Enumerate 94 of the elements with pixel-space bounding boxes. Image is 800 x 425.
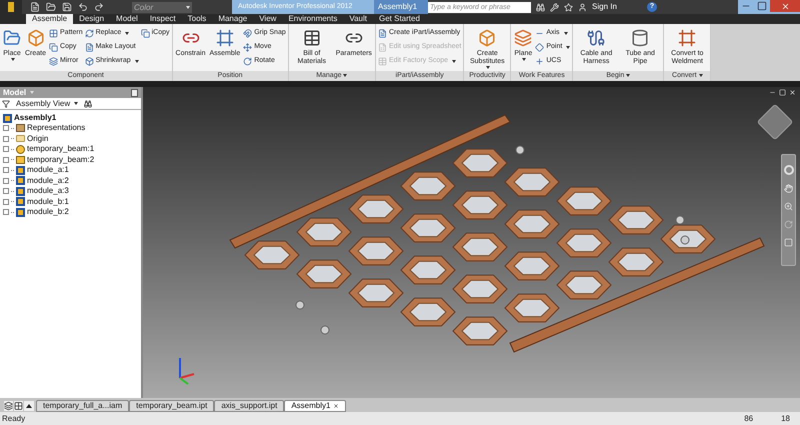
- magnet-icon: [243, 28, 252, 38]
- steering-wheel-icon[interactable]: [784, 165, 794, 175]
- undo-icon[interactable]: [78, 2, 88, 12]
- tree-item[interactable]: temporary_beam:1: [27, 143, 94, 156]
- status-count: 86: [744, 412, 754, 424]
- ribbon-tab[interactable]: View: [253, 14, 282, 24]
- view-dropdown[interactable]: Assembly View: [16, 98, 78, 110]
- zoom-icon[interactable]: [784, 202, 793, 211]
- document-icon: [378, 28, 387, 38]
- ribbon-tab[interactable]: Manage: [212, 14, 254, 24]
- tree-item[interactable]: temporary_beam:2: [27, 154, 94, 166]
- axis-triad-icon: [179, 358, 194, 385]
- 3d-viewport[interactable]: [143, 87, 800, 398]
- ribbon-tab[interactable]: Get Started: [373, 14, 426, 24]
- document-tab[interactable]: Assembly1: [284, 400, 346, 412]
- close-icon[interactable]: [333, 403, 340, 409]
- restore-icon[interactable]: [779, 89, 786, 96]
- copy-icon: [49, 42, 58, 52]
- app-menu-button[interactable]: [0, 0, 22, 14]
- swap-icon: [84, 28, 94, 38]
- ribbon-tab[interactable]: Tools: [182, 14, 212, 24]
- table-icon: [302, 29, 321, 47]
- new-file-icon[interactable]: [30, 2, 40, 12]
- caret-icon: [343, 74, 348, 77]
- tree-item[interactable]: module_b:1: [27, 196, 69, 208]
- binoculars-icon[interactable]: [536, 2, 545, 12]
- user-icon[interactable]: [578, 2, 587, 12]
- ribbon-tab[interactable]: Assemble: [26, 14, 74, 24]
- cube-icon: [26, 29, 44, 47]
- caret-icon: [186, 6, 190, 8]
- pan-icon[interactable]: [784, 184, 793, 193]
- pipe-icon: [631, 29, 650, 47]
- ribbon-tab[interactable]: Inspect: [144, 14, 182, 24]
- copy-icon: [140, 28, 150, 38]
- caret-icon: [134, 60, 139, 62]
- filter-icon[interactable]: [2, 100, 10, 108]
- ribbon-tab[interactable]: Environments: [282, 14, 344, 24]
- frame-icon: [678, 29, 696, 47]
- ribbon-tab[interactable]: Vault: [343, 14, 373, 24]
- cascade-icon[interactable]: [4, 401, 13, 411]
- document-title: Assembly1: [374, 0, 428, 14]
- tree-item[interactable]: Assembly1: [3, 113, 138, 123]
- caret-icon: [564, 32, 568, 34]
- tile-icon[interactable]: [14, 401, 23, 411]
- assembly-icon: [3, 114, 12, 122]
- diamond-icon: [535, 42, 544, 52]
- tree-item[interactable]: Representations: [27, 122, 86, 134]
- redo-icon[interactable]: [94, 2, 104, 12]
- grid-icon: [49, 28, 58, 38]
- caret-icon: [698, 74, 703, 77]
- save-icon[interactable]: [62, 2, 72, 12]
- folder-icon: [3, 29, 21, 47]
- caret-icon: [30, 90, 34, 94]
- spreadsheet-icon: [378, 42, 387, 52]
- tree-item[interactable]: module_a:3: [27, 185, 69, 198]
- caret-icon: [74, 102, 78, 105]
- binoculars-icon[interactable]: [84, 100, 92, 108]
- caret-icon: [566, 46, 570, 48]
- up-arrow-icon[interactable]: [24, 401, 34, 411]
- cable-icon: [587, 29, 606, 47]
- app-logo-icon: [8, 2, 14, 12]
- tree-item[interactable]: module_a:2: [27, 174, 69, 187]
- rotate-icon: [243, 56, 252, 66]
- folder-icon: [16, 135, 25, 142]
- table-icon: [378, 56, 387, 66]
- status-text: Ready: [2, 412, 26, 424]
- open-folder-icon[interactable]: [46, 2, 56, 12]
- layers-icon: [514, 29, 532, 47]
- ribbon-tab[interactable]: Design: [73, 14, 110, 24]
- document-tab[interactable]: temporary_full_a...iam: [36, 400, 130, 412]
- ribbon-tab[interactable]: Model: [110, 14, 144, 24]
- close-icon: [780, 2, 790, 10]
- document-tab[interactable]: temporary_beam.ipt: [129, 400, 214, 412]
- cube-icon: [84, 56, 94, 66]
- frame-icon: [216, 29, 234, 47]
- wrench-icon[interactable]: [550, 2, 559, 12]
- move-icon: [243, 42, 252, 52]
- minimize-icon[interactable]: [769, 89, 776, 96]
- status-count: 18: [781, 412, 790, 424]
- tree-item[interactable]: module_a:1: [27, 164, 69, 176]
- caret-icon: [626, 74, 630, 77]
- representations-icon: [16, 124, 25, 132]
- tree-item[interactable]: module_b:2: [27, 206, 69, 218]
- caret-icon: [125, 32, 130, 34]
- sign-in-button[interactable]: Sign In: [592, 1, 647, 13]
- caret-icon: [522, 58, 526, 61]
- document-icon: [84, 42, 94, 52]
- layers-icon: [49, 56, 58, 66]
- tree-item[interactable]: Origin: [27, 132, 48, 145]
- cube-icon: [478, 29, 496, 47]
- caret-icon: [452, 60, 456, 62]
- caret-icon: [11, 58, 15, 61]
- star-icon[interactable]: [564, 2, 573, 12]
- document-tab[interactable]: axis_support.ipt: [214, 400, 284, 412]
